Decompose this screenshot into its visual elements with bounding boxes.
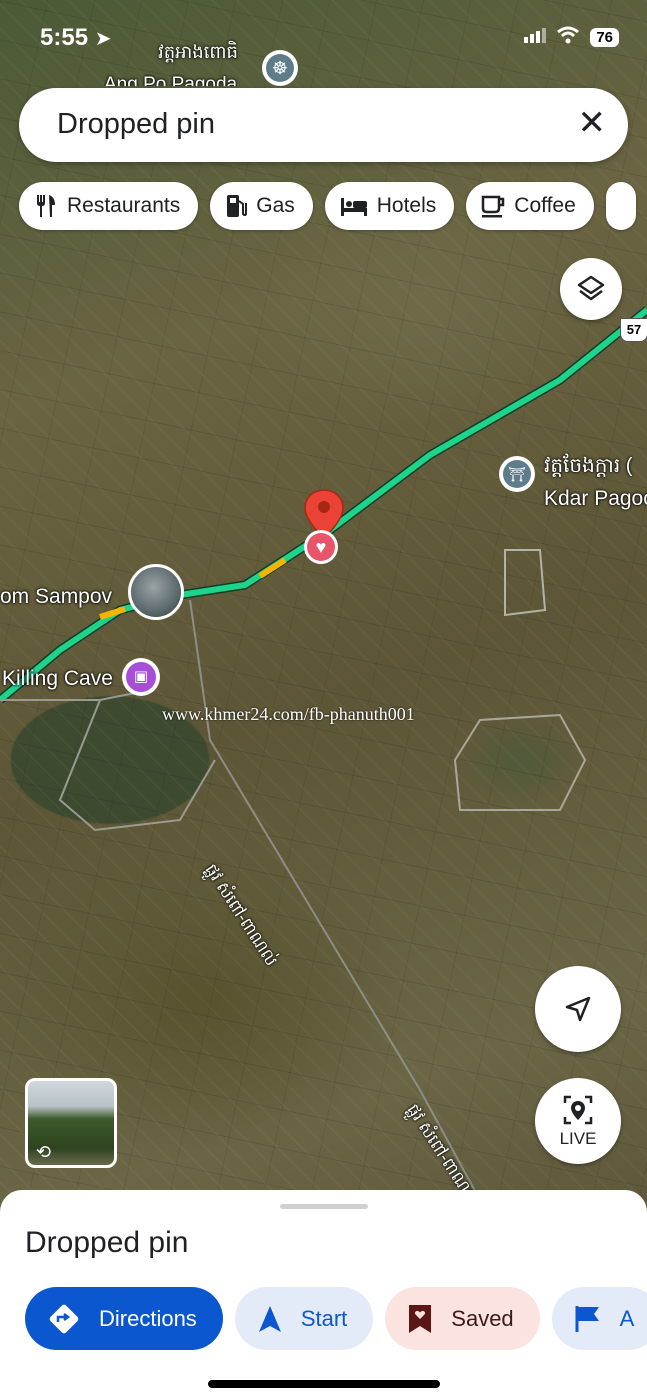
chip-label: Gas xyxy=(256,194,295,217)
chip-label: Coffee xyxy=(514,194,576,217)
drag-handle[interactable] xyxy=(280,1204,368,1209)
chip-coffee[interactable]: Coffee xyxy=(466,182,594,230)
chip-gas[interactable]: Gas xyxy=(210,182,313,230)
saved-button[interactable]: Saved xyxy=(385,1287,540,1350)
search-bar[interactable]: Dropped pin ✕ xyxy=(19,88,628,162)
category-chips: Restaurants Gas Hotels Coffee xyxy=(19,182,636,230)
cellular-signal-icon xyxy=(524,27,547,48)
map-label-top-pagoda-kh[interactable]: វត្តអាងពោធិ xyxy=(158,40,238,67)
street-view-thumbnail[interactable]: ⟲ xyxy=(25,1078,117,1168)
pagoda-icon[interactable]: ⛩ xyxy=(499,456,535,492)
chip-more[interactable] xyxy=(605,182,636,230)
museum-icon[interactable]: ▣ xyxy=(122,658,160,696)
saved-label: Saved xyxy=(451,1305,514,1331)
directions-icon xyxy=(49,1304,79,1333)
map-label-kdar-en[interactable]: Kdar Pagoc xyxy=(544,487,647,511)
flag-icon xyxy=(575,1305,599,1332)
layers-button[interactable] xyxy=(560,258,622,320)
status-icons: 76 xyxy=(524,26,619,49)
start-button[interactable]: Start xyxy=(234,1287,374,1350)
map-label-kdar-kh[interactable]: វត្តចែងក្ដារ ( xyxy=(544,452,632,482)
fork-knife-icon xyxy=(37,195,55,217)
map-label-killing-cave[interactable]: Killing Cave xyxy=(2,667,113,691)
live-label: LIVE xyxy=(559,1129,597,1148)
chip-hotels[interactable]: Hotels xyxy=(324,182,455,230)
road-number: 57 xyxy=(626,322,642,337)
start-label: Start xyxy=(300,1305,348,1331)
dharma-wheel-icon[interactable]: ☸ xyxy=(262,50,298,86)
status-time: 5:55 ➤ xyxy=(40,24,111,52)
status-time-text: 5:55 xyxy=(40,24,89,51)
road-shield-57: 57 xyxy=(620,318,647,342)
directions-button[interactable]: Directions xyxy=(25,1287,223,1350)
search-text[interactable]: Dropped pin xyxy=(57,108,215,141)
live-view-button[interactable]: LIVE xyxy=(535,1078,621,1164)
wifi-icon xyxy=(556,26,580,49)
gas-pump-icon xyxy=(227,195,248,217)
navigation-arrow-icon xyxy=(565,996,591,1022)
add-label-label: A xyxy=(619,1305,635,1331)
navigation-arrow-icon xyxy=(258,1305,281,1332)
layers-icon xyxy=(577,275,605,301)
live-location-icon xyxy=(563,1095,593,1125)
watermark-text: www.khmer24.com/fb-phanuth001 xyxy=(162,704,415,724)
directions-label: Directions xyxy=(99,1305,197,1331)
location-arrow-icon: ➤ xyxy=(94,28,112,50)
street-view-rotate-icon: ⟲ xyxy=(36,1142,52,1162)
chip-restaurants[interactable]: Restaurants xyxy=(19,182,199,230)
add-label-button[interactable]: A xyxy=(551,1287,647,1350)
photo-place-marker[interactable] xyxy=(128,564,184,620)
status-bar: 5:55 ➤ 76 xyxy=(0,0,647,80)
bookmark-heart-icon xyxy=(409,1304,432,1333)
coffee-cup-icon xyxy=(482,195,505,218)
my-location-button[interactable] xyxy=(535,966,621,1052)
place-title: Dropped pin xyxy=(25,1226,189,1259)
saved-heart-marker-icon[interactable]: ♥ xyxy=(304,530,338,564)
bed-icon xyxy=(340,198,367,216)
map-label-phnom-sampov[interactable]: om Sampov xyxy=(0,585,112,609)
chip-label: Restaurants xyxy=(67,194,181,217)
place-bottom-sheet[interactable]: Dropped pin Directions Start Saved A xyxy=(0,1190,647,1400)
chip-label: Hotels xyxy=(376,194,437,217)
close-icon[interactable]: ✕ xyxy=(578,106,607,140)
battery-icon: 76 xyxy=(590,28,619,47)
home-indicator[interactable] xyxy=(208,1380,440,1388)
action-buttons: Directions Start Saved A xyxy=(25,1287,647,1350)
